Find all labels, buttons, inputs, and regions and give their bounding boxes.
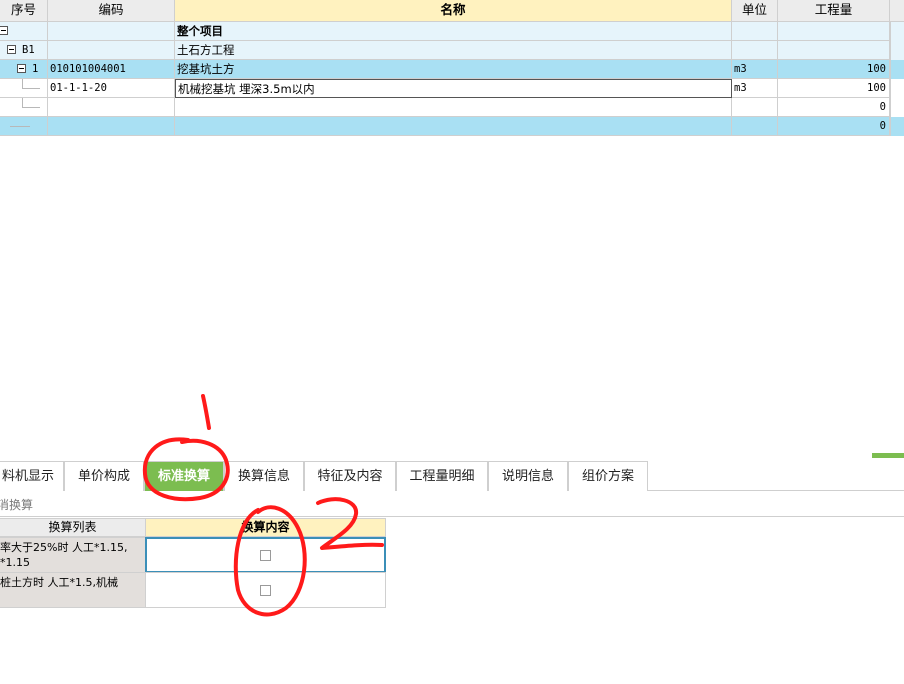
name-cell[interactable]: 土石方工程 — [175, 41, 732, 60]
header-filler — [890, 0, 904, 22]
table-row-selected[interactable]: 1 010101004001 挖基坑土方 m3 100 — [0, 60, 904, 79]
table-row[interactable]: 0 — [0, 117, 904, 136]
annotation-number-one — [201, 394, 211, 430]
name-cell[interactable]: 挖基坑土方 — [175, 60, 732, 79]
seq-cell — [0, 98, 48, 117]
header-unit[interactable]: 单位 — [732, 0, 778, 22]
qty-cell — [778, 22, 890, 41]
table-row[interactable]: 0 — [0, 98, 904, 117]
qty-cell[interactable]: 0 — [778, 98, 890, 117]
code-cell[interactable]: 010101004001 — [48, 60, 175, 79]
conversion-item-text: 桩土方时 人工*1.5,机械 — [0, 576, 118, 589]
qty-cell[interactable]: 100 — [778, 60, 890, 79]
tab-unit-price[interactable]: 单价构成 — [64, 461, 144, 491]
seq-cell — [0, 79, 48, 98]
conversion-content-cell[interactable] — [145, 572, 386, 608]
seq-cell: B1 — [0, 41, 48, 60]
seq-cell — [0, 117, 48, 136]
name-cell-editing[interactable]: 机械挖基坑 埋深3.5m以内 — [175, 79, 732, 98]
conversion-content-cell-selected[interactable] — [145, 537, 386, 573]
code-cell — [48, 22, 175, 41]
tab-description[interactable]: 说明信息 — [488, 461, 568, 491]
conversion-list-item[interactable]: 桩土方时 人工*1.5,机械 — [0, 572, 146, 608]
unit-cell[interactable]: m3 — [732, 79, 778, 98]
seq-text: B1 — [22, 44, 35, 56]
conversion-content-header: 换算内容 — [145, 518, 386, 537]
unit-cell — [732, 41, 778, 60]
tab-material-display[interactable]: 料机显示 — [0, 461, 64, 491]
conversion-list-item[interactable]: 率大于25%时 人工*1.15, *1.15 — [0, 537, 146, 573]
tab-features[interactable]: 特征及内容 — [304, 461, 396, 491]
cancel-conversion-button[interactable]: 消换算 — [0, 496, 33, 514]
unit-cell[interactable] — [732, 98, 778, 117]
code-cell[interactable]: 01-1-1-20 — [48, 79, 175, 98]
header-qty[interactable]: 工程量 — [778, 0, 890, 22]
collapse-icon[interactable] — [17, 64, 26, 73]
unit-cell[interactable] — [732, 117, 778, 136]
seq-cell: 1 — [0, 60, 48, 79]
splitter-handle[interactable] — [872, 453, 904, 458]
code-cell[interactable] — [48, 117, 175, 136]
qty-cell[interactable]: 100 — [778, 79, 890, 98]
tab-quantity-detail[interactable]: 工程量明细 — [396, 461, 488, 491]
column-divider — [890, 22, 891, 136]
tab-pricing-plan[interactable]: 组价方案 — [568, 461, 648, 491]
conversion-checkbox[interactable] — [260, 550, 271, 561]
header-seq[interactable]: 序号 — [0, 0, 48, 22]
unit-cell — [732, 22, 778, 41]
qty-cell — [778, 41, 890, 60]
name-cell[interactable]: 整个项目 — [175, 22, 732, 41]
qty-cell[interactable]: 0 — [778, 117, 890, 136]
seq-cell — [0, 22, 48, 41]
tree-connector — [22, 107, 40, 108]
unit-cell[interactable]: m3 — [732, 60, 778, 79]
name-cell[interactable] — [175, 98, 732, 117]
conversion-list-header: 换算列表 — [0, 518, 146, 537]
conversion-item-text: *1.15 — [0, 556, 30, 569]
table-row[interactable]: 01-1-1-20 机械挖基坑 埋深3.5m以内 m3 100 — [0, 79, 904, 98]
seq-text: 1 — [32, 63, 39, 75]
conversion-item-text: 率大于25%时 人工*1.15, — [0, 541, 128, 554]
tree-connector — [22, 88, 40, 89]
header-code[interactable]: 编码 — [48, 0, 175, 22]
tab-conversion-info[interactable]: 换算信息 — [224, 461, 304, 491]
table-row[interactable]: 整个项目 — [0, 22, 904, 41]
table-row[interactable]: B1 土石方工程 — [0, 41, 904, 60]
toolbar-divider — [0, 516, 904, 517]
collapse-icon[interactable] — [0, 26, 8, 35]
header-name[interactable]: 名称 — [175, 0, 732, 22]
collapse-icon[interactable] — [7, 45, 16, 54]
name-cell[interactable] — [175, 117, 732, 136]
tree-connector — [10, 126, 30, 127]
tab-standard-conversion[interactable]: 标准换算 — [144, 461, 224, 491]
code-cell — [48, 41, 175, 60]
code-cell[interactable] — [48, 98, 175, 117]
conversion-checkbox[interactable] — [260, 585, 271, 596]
